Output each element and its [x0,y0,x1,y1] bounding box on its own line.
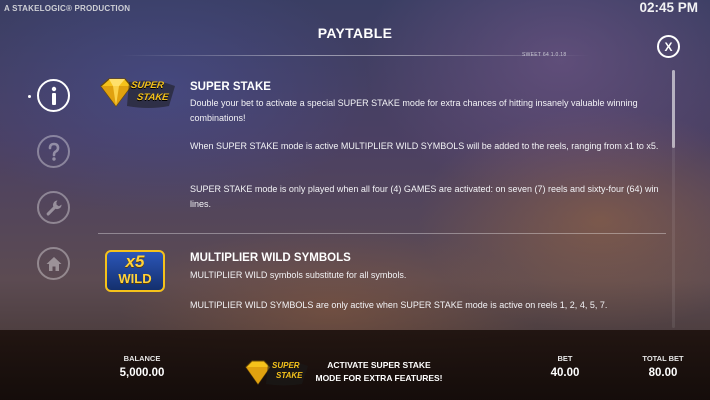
promo-logo-word-stake: STAKE [276,371,303,380]
scrollbar-thumb[interactable] [672,70,675,148]
title-divider [120,55,590,56]
paytable-content: SUPER STAKE SUPER STAKE Double your bet … [95,70,670,328]
x5-wild-symbol: x5 WILD [105,250,165,292]
section-title-super-stake: SUPER STAKE [190,81,271,93]
multiplier-wild-paragraph-2: MULTIPLIER WILD SYMBOLS are only active … [190,300,608,310]
super-stake-paragraph-2: When SUPER STAKE mode is active MULTIPLI… [190,141,659,151]
active-indicator [28,95,31,98]
bet-value: 40.00 [550,367,580,379]
balance-value: 5,000.00 [119,367,165,379]
nav-info-button[interactable] [37,79,70,112]
super-stake-logo: SUPER STAKE [99,76,179,112]
promo-logo-word-super: SUPER [272,361,300,370]
top-bar: A STAKELOGIC® PRODUCTION 02:45 PM [0,0,710,20]
promo-text: ACTIVATE SUPER STAKE MODE FOR EXTRA FEAT… [315,360,443,383]
section-divider [98,233,666,234]
super-stake-paragraph-1: Double your bet to activate a special SU… [190,98,638,123]
question-icon [48,142,59,161]
multiplier-wild-paragraph-1: MULTIPLIER WILD symbols substitute for a… [190,270,407,280]
page-title: PAYTABLE [317,25,393,41]
wild-multiplier-text: x5 [125,252,145,271]
total-bet-value: 80.00 [648,367,678,379]
nav-home-button[interactable] [37,247,70,280]
balance-label: BALANCE [123,354,161,363]
info-icon [51,86,56,105]
close-icon: X [664,39,673,54]
super-stake-promo-button[interactable]: SUPER STAKE ACTIVATE SUPER STAKE MODE FO… [244,356,474,390]
nav-help-button[interactable] [37,135,70,168]
brand-label: A STAKELOGIC® PRODUCTION [4,4,131,13]
wrench-icon [46,200,62,216]
total-bet-label: TOTAL BET [642,354,684,363]
close-button[interactable]: X [657,35,680,58]
version-label: SWEET 64 1.0.18 [522,52,567,58]
super-stake-paragraph-3: SUPER STAKE mode is only played when all… [190,184,659,209]
logo-word-stake: STAKE [136,92,170,103]
home-icon [46,256,61,271]
clock: 02:45 PM [639,0,698,15]
bottom-bar: BALANCE 5,000.00 SUPER STAKE ACTIVATE SU… [0,330,710,400]
wild-label-text: WILD [118,271,152,286]
logo-word-super: SUPER [130,80,165,91]
nav-settings-button[interactable] [37,191,70,224]
section-title-multiplier-wild: MULTIPLIER WILD SYMBOLS [190,252,351,264]
bet-label: BET [557,354,573,363]
